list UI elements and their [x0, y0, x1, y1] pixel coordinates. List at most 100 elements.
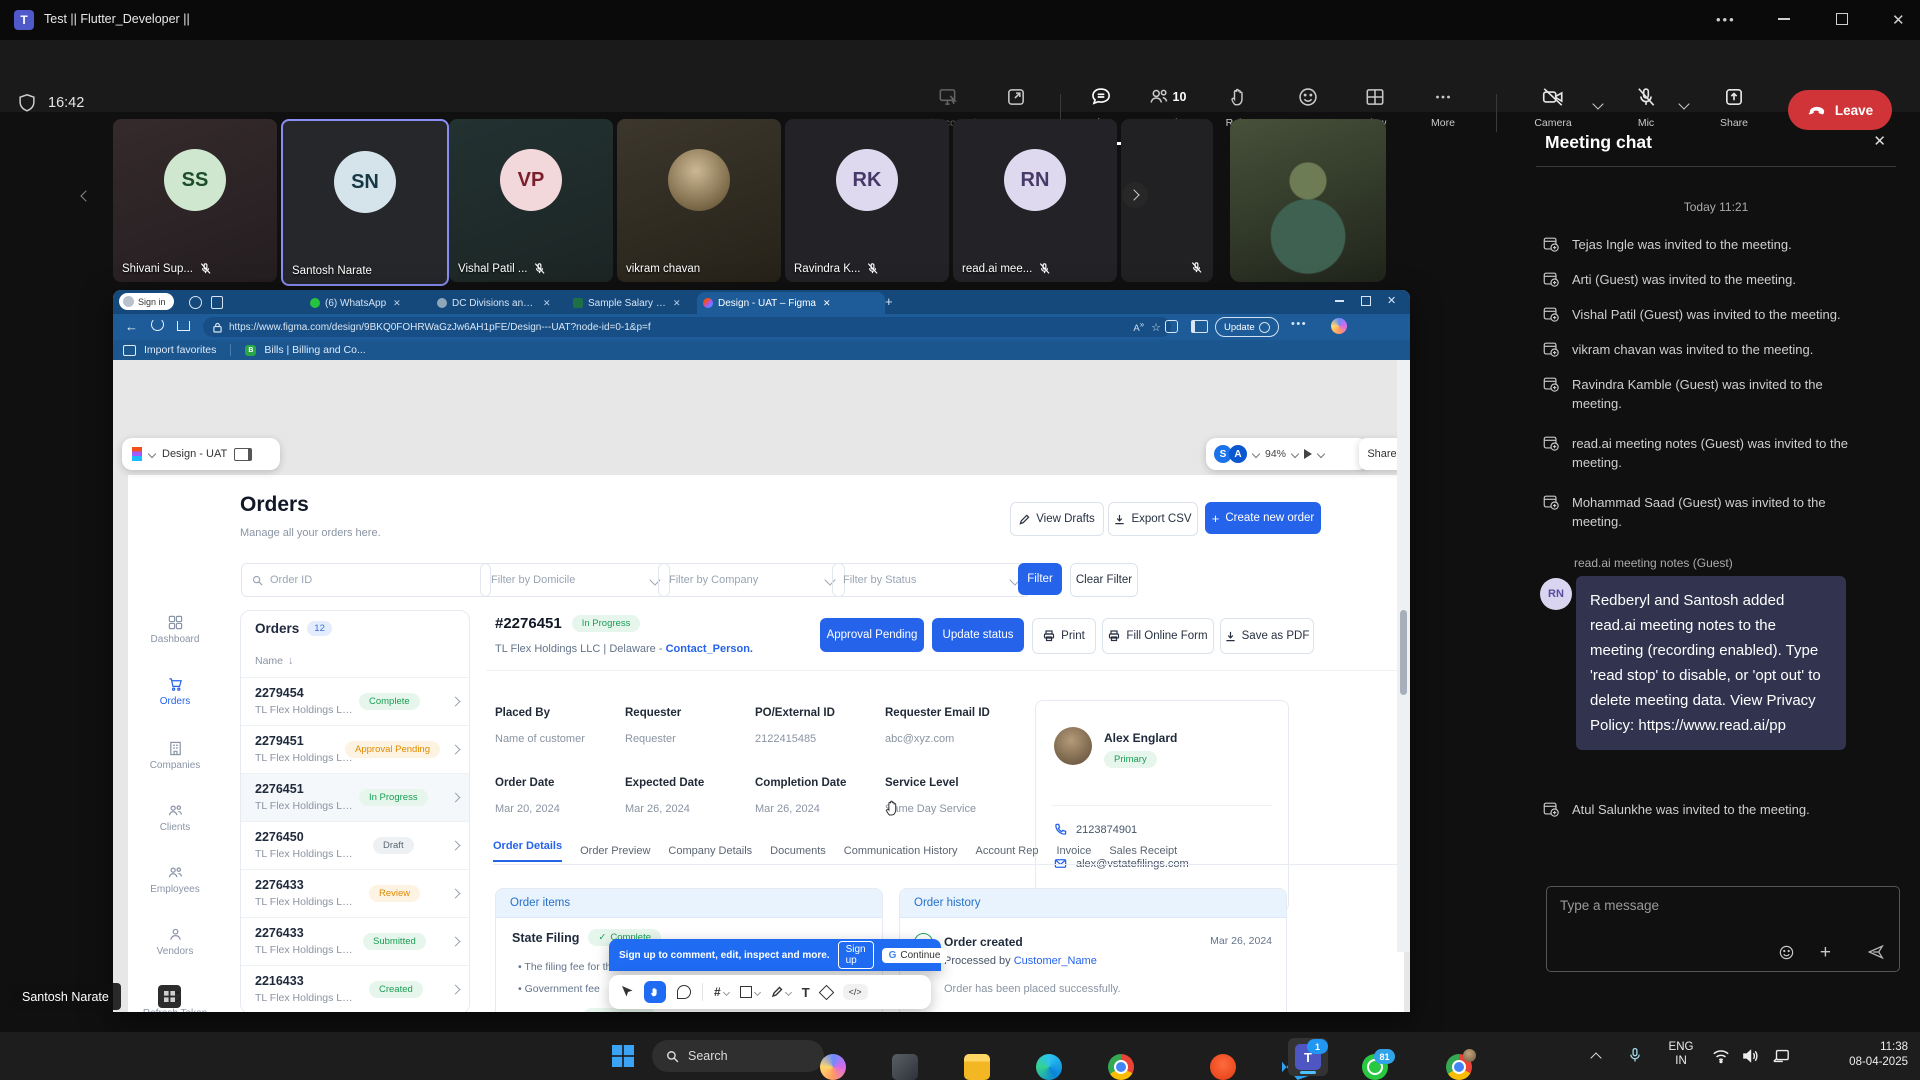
sidebar-item-clients[interactable]: Clients [128, 803, 222, 833]
sidebar-item-orders[interactable]: Orders [128, 677, 222, 707]
language-indicator[interactable]: ENGIN [1664, 1040, 1698, 1069]
collaborator-avatar[interactable]: A [1229, 445, 1247, 463]
sort-desc-icon[interactable]: ↓ [288, 655, 293, 667]
figma-doc-toolbar[interactable]: Design - UAT [122, 438, 280, 470]
file-explorer-icon[interactable] [964, 1054, 990, 1080]
participant-tile[interactable]: SS Shivani Sup... [113, 119, 277, 282]
order-list-item-selected[interactable]: 2276451TL Flex Holdings LLC In Progress [241, 773, 469, 822]
order-list-item[interactable]: 2276433TL Flex Holdings LLC Review [241, 869, 469, 918]
attach-plus-icon[interactable]: + [1820, 942, 1831, 964]
browser-tab-active[interactable]: Design - UAT – Figma✕ [697, 292, 885, 314]
minimize-button[interactable] [1778, 18, 1790, 20]
export-csv-button[interactable]: Export CSV [1108, 502, 1198, 536]
sidebar-item-companies[interactable]: Companies [128, 741, 222, 771]
new-tab-button[interactable]: + [885, 294, 893, 309]
zoom-level[interactable]: 94% [1265, 448, 1286, 460]
titlebar-more-icon[interactable]: ••• [1716, 12, 1736, 27]
participant-tile[interactable]: RN read.ai mee... [953, 119, 1117, 282]
vertical-tabs-icon[interactable] [211, 296, 223, 309]
tab-close-icon[interactable]: ✕ [823, 298, 831, 309]
extensions-icon[interactable] [1165, 320, 1178, 333]
save-as-pdf-button[interactable]: Save as PDF [1220, 618, 1314, 654]
layout-picker-button[interactable] [158, 985, 181, 1008]
contact-person-link[interactable]: Contact_Person. [666, 643, 753, 655]
participant-tile[interactable]: VP Vishal Patil ... [449, 119, 613, 282]
tab-invoice[interactable]: Invoice [1056, 845, 1091, 857]
maximize-button[interactable] [1836, 13, 1848, 25]
scrollbar-thumb[interactable] [1400, 610, 1407, 695]
inner-close-button[interactable]: ✕ [1387, 294, 1396, 307]
shield-icon[interactable] [16, 92, 38, 114]
strip-scroll-right-button[interactable] [1122, 182, 1148, 208]
brave-icon[interactable] [1210, 1054, 1236, 1080]
tab-documents[interactable]: Documents [770, 845, 826, 857]
import-favorites[interactable]: Import favorites [144, 344, 216, 356]
order-id-input[interactable]: Order ID [241, 563, 491, 597]
frame-tool-icon[interactable]: # [714, 985, 721, 999]
text-tool-icon[interactable]: T [802, 985, 810, 1000]
browser-more-icon[interactable]: ••• [1291, 318, 1307, 330]
shape-tool-icon[interactable] [740, 986, 752, 998]
mic-options-chevron[interactable] [1678, 98, 1689, 109]
chrome-profile-icon[interactable] [1446, 1054, 1472, 1080]
close-button[interactable]: ✕ [1892, 11, 1905, 29]
more-button[interactable]: More [1420, 86, 1466, 144]
tab-communication-history[interactable]: Communication History [844, 845, 958, 857]
approval-pending-button[interactable]: Approval Pending [820, 618, 924, 652]
inner-minimize-button[interactable] [1335, 300, 1344, 302]
move-tool-icon[interactable] [619, 985, 633, 999]
chrome-icon[interactable] [1108, 1054, 1134, 1080]
create-new-order-button[interactable]: + Create new order [1205, 502, 1321, 534]
filter-company-select[interactable]: Filter by Company [658, 563, 845, 597]
tab-close-icon[interactable]: ✕ [543, 298, 551, 309]
filter-button[interactable]: Filter [1018, 563, 1062, 595]
dev-mode-icon[interactable]: </> [843, 984, 868, 1000]
order-list-item[interactable]: 2279451TL Flex Holdings LLC Approval Pen… [241, 725, 469, 774]
spotlight-video-tile[interactable] [1230, 119, 1386, 282]
clear-filter-button[interactable]: Clear Filter [1070, 563, 1138, 597]
fill-online-form-button[interactable]: Fill Online Form [1102, 618, 1214, 654]
favorite-star-icon[interactable]: ☆ [1151, 321, 1161, 334]
message-input[interactable]: Type a message + [1546, 886, 1900, 972]
chat-close-icon[interactable]: ✕ [1873, 132, 1886, 150]
scrollbar-track[interactable] [1397, 360, 1410, 952]
browser-profile-button[interactable]: Sign in [119, 293, 174, 310]
chat-message-bubble[interactable]: Redberyl and Santosh added read.ai meeti… [1576, 576, 1846, 750]
signup-button[interactable]: Sign up [838, 941, 874, 969]
update-button[interactable]: Update [1215, 317, 1279, 337]
order-list-item[interactable]: 2276450TL Flex Holdings LLC Draft [241, 821, 469, 870]
sidebar-item-employees[interactable]: Employees [128, 865, 222, 895]
strip-scroll-left-icon[interactable] [80, 190, 91, 201]
start-button[interactable] [612, 1045, 634, 1067]
tab-close-icon[interactable]: ✕ [673, 298, 681, 309]
component-tool-icon[interactable] [818, 984, 834, 1000]
order-list-item[interactable]: 2276433TL Flex Holdings LLC Submitted [241, 917, 469, 966]
copilot-icon[interactable] [820, 1054, 846, 1080]
google-continue-button[interactable]: GContinue [882, 948, 948, 963]
refresh-icon[interactable] [151, 318, 164, 331]
back-icon[interactable]: ← [125, 319, 138, 334]
participant-tile[interactable]: vikram chavan [617, 119, 781, 282]
pen-tool-icon[interactable] [771, 986, 783, 998]
emoji-icon[interactable] [1778, 944, 1795, 961]
home-icon[interactable] [177, 321, 190, 331]
participant-tile-selected[interactable]: SN Santosh Narate [281, 119, 449, 286]
layout-panel-icon[interactable] [234, 448, 252, 461]
tab-close-icon[interactable]: ✕ [393, 298, 401, 309]
tray-mic-icon[interactable] [1626, 1046, 1644, 1064]
bookmark-bills[interactable]: Bills | Billing and Co... [264, 344, 365, 356]
whatsapp-icon[interactable]: 81 [1362, 1054, 1388, 1080]
hand-tool-icon[interactable] [644, 981, 666, 1003]
update-status-button[interactable]: Update status [932, 618, 1024, 652]
filter-domicile-select[interactable]: Filter by Domicile [480, 563, 670, 597]
browser-tab[interactable]: DC Divisions and Surroundings✕ [431, 292, 558, 314]
browser-tab[interactable]: Sample Salary Structure with calc✕ [567, 292, 689, 314]
tab-account-rep[interactable]: Account Rep [976, 845, 1039, 857]
teams-app-active[interactable]: T1 [1288, 1038, 1328, 1076]
url-bar[interactable]: https://www.figma.com/design/9BKQ0FOHRWa… [203, 317, 1171, 337]
volume-icon[interactable] [1742, 1048, 1759, 1064]
taskbar-search[interactable]: Search [652, 1040, 824, 1072]
camera-options-chevron[interactable] [1592, 98, 1603, 109]
filter-status-select[interactable]: Filter by Status [832, 563, 1030, 597]
read-aloud-icon[interactable]: A» [1133, 320, 1144, 334]
